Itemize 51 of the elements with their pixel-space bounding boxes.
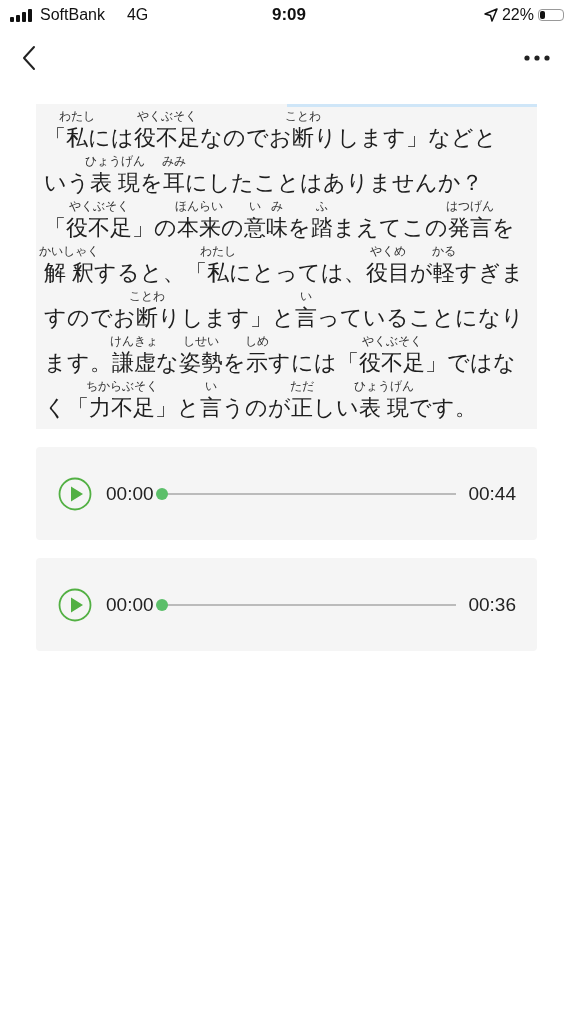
furigana-reading: わたし: [200, 245, 237, 258]
furigana-reading: ふ: [316, 200, 328, 213]
furigana-reading: みみ: [162, 155, 187, 168]
furigana-reading: ことわ: [129, 290, 165, 303]
seek-thumb[interactable]: [155, 598, 168, 611]
signal-icon: [10, 8, 34, 22]
furigana-reading: やくぶそく: [69, 200, 129, 213]
furigana-reading: ただ: [290, 380, 314, 393]
passage-text-line: いう 表 現を耳にしたことはありませんか？: [44, 169, 484, 197]
furigana-reading: やくぶそく: [362, 335, 422, 348]
furigana-reading: しせい: [183, 335, 219, 348]
furigana-reading: い: [300, 290, 312, 303]
duration-time: 00:44: [468, 482, 516, 505]
back-icon[interactable]: [22, 45, 36, 71]
furigana-reading: やくぶそく: [137, 110, 197, 123]
furigana-reading: み: [271, 200, 283, 213]
furigana-reading: かる: [432, 245, 457, 258]
furigana-reading: ちからぶそく: [86, 380, 158, 393]
passage-text-line: 「私には役不足なのでお断りします」などと: [44, 124, 497, 152]
passage-text-line: すのでお断りします」と 言っていることになり: [44, 304, 524, 332]
furigana-reading: やくめ: [370, 245, 407, 258]
passage-text-line: 解 釈すると、「私にとっては、役目 が軽すぎま: [44, 259, 525, 287]
battery-percent: 22%: [501, 6, 534, 24]
battery-icon: [538, 9, 564, 21]
seek-slider[interactable]: [155, 598, 457, 611]
furigana-reading: ひょうげん: [354, 380, 415, 393]
duration-time: 00:36: [468, 593, 516, 616]
seek-thumb[interactable]: [155, 487, 168, 500]
furigana-reading: ほんらい: [175, 200, 223, 213]
furigana-reading: ことわ: [285, 110, 321, 123]
furigana-reading: はつげん: [446, 200, 494, 213]
play-icon[interactable]: [58, 476, 92, 511]
current-time: 00:00: [106, 593, 154, 616]
seek-slider[interactable]: [155, 487, 457, 500]
location-arrow-icon: [483, 8, 498, 22]
carrier-name: SoftBank: [40, 6, 105, 24]
furigana-reading: わたし: [59, 110, 95, 123]
furigana-reading: けんきょ: [110, 335, 158, 348]
passage-text-line: ます。謙虚な姿勢を示すには「役不足」ではな: [44, 349, 516, 377]
more-icon[interactable]: [524, 55, 550, 61]
current-time: 00:00: [106, 482, 154, 505]
furigana-reading: い: [249, 200, 261, 213]
furigana-reading: しめ: [245, 335, 269, 348]
clock-time: 9:09: [272, 5, 306, 25]
furigana-reading: い: [205, 380, 217, 393]
passage-text-line: 「役不足」の本来の意味を踏 まえてこの発言を: [44, 214, 515, 242]
furigana-reading: かいしゃく: [39, 245, 100, 258]
play-icon[interactable]: [58, 587, 92, 622]
passage-text-line: く「力不足」と 言 うのが正 しい表 現です。: [44, 394, 478, 422]
network-type: 4G: [126, 6, 149, 24]
furigana-reading: ひょうげん: [85, 155, 146, 168]
